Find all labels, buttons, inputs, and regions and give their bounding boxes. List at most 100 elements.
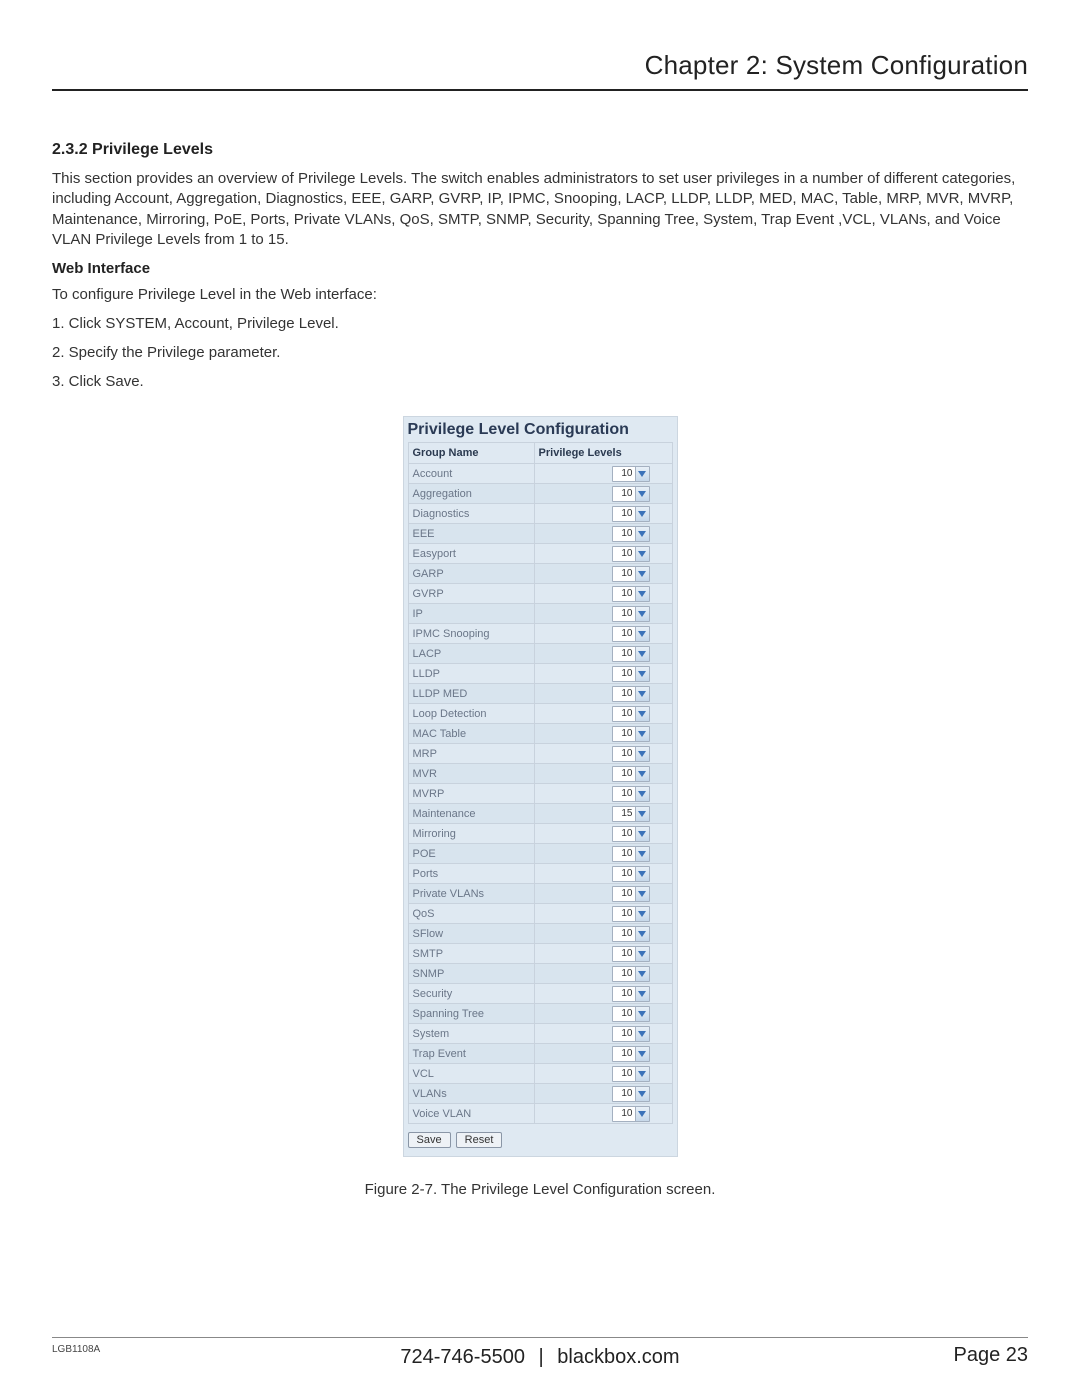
- chevron-down-icon: [635, 1107, 649, 1121]
- privilege-level-value: 10: [619, 868, 635, 879]
- privilege-level-select[interactable]: 10: [612, 1006, 650, 1022]
- table-row: IP10: [408, 604, 672, 624]
- privilege-level-value: 10: [619, 668, 635, 679]
- table-row: Trap Event10: [408, 1044, 672, 1064]
- save-button[interactable]: Save: [408, 1132, 451, 1148]
- reset-button[interactable]: Reset: [456, 1132, 503, 1148]
- chevron-down-icon: [635, 807, 649, 821]
- privilege-level-select[interactable]: 10: [612, 1066, 650, 1082]
- privilege-level-value: 10: [619, 548, 635, 559]
- group-name-cell: SNMP: [408, 964, 534, 984]
- chevron-down-icon: [635, 647, 649, 661]
- group-name-cell: Maintenance: [408, 804, 534, 824]
- chevron-down-icon: [635, 967, 649, 981]
- chevron-down-icon: [635, 1007, 649, 1021]
- privilege-level-select[interactable]: 10: [612, 926, 650, 942]
- table-row: Voice VLAN10: [408, 1104, 672, 1124]
- privilege-level-value: 15: [619, 808, 635, 819]
- group-name-cell: Easyport: [408, 544, 534, 564]
- table-row: Security10: [408, 984, 672, 1004]
- chevron-down-icon: [635, 1027, 649, 1041]
- privilege-level-value: 10: [619, 608, 635, 619]
- privilege-level-value: 10: [619, 768, 635, 779]
- privilege-level-cell: 10: [534, 884, 672, 904]
- privilege-level-value: 10: [619, 828, 635, 839]
- chevron-down-icon: [635, 587, 649, 601]
- overview-paragraph: This section provides an overview of Pri…: [52, 169, 1028, 250]
- privilege-level-select[interactable]: 10: [612, 946, 650, 962]
- group-name-cell: LACP: [408, 644, 534, 664]
- privilege-level-select[interactable]: 10: [612, 866, 650, 882]
- privilege-level-select[interactable]: 10: [612, 606, 650, 622]
- step-3: 3. Click Save.: [52, 373, 1028, 390]
- privilege-level-cell: 15: [534, 804, 672, 824]
- privilege-level-value: 10: [619, 568, 635, 579]
- web-interface-heading: Web Interface: [52, 260, 1028, 277]
- privilege-level-select[interactable]: 10: [612, 906, 650, 922]
- group-name-cell: SMTP: [408, 944, 534, 964]
- table-row: GVRP 10: [408, 584, 672, 604]
- privilege-level-value: 10: [619, 748, 635, 759]
- group-name-cell: LLDP MED: [408, 684, 534, 704]
- chevron-down-icon: [635, 767, 649, 781]
- privilege-level-select[interactable]: 15: [612, 806, 650, 822]
- privilege-level-select[interactable]: 10: [612, 986, 650, 1002]
- privilege-level-select[interactable]: 10: [612, 886, 650, 902]
- privilege-level-cell: 10: [534, 644, 672, 664]
- privilege-level-select[interactable]: 10: [612, 526, 650, 542]
- chevron-down-icon: [635, 607, 649, 621]
- privilege-level-select[interactable]: 10: [612, 846, 650, 862]
- table-row: Easyport 10: [408, 544, 672, 564]
- privilege-level-select[interactable]: 10: [612, 706, 650, 722]
- privilege-level-value: 10: [619, 848, 635, 859]
- privilege-level-cell: 10: [534, 584, 672, 604]
- privilege-level-select[interactable]: 10: [612, 1046, 650, 1062]
- privilege-level-select[interactable]: 10: [612, 1106, 650, 1122]
- privilege-level-select[interactable]: 10: [612, 666, 650, 682]
- privilege-level-cell: 10: [534, 964, 672, 984]
- privilege-level-value: 10: [619, 988, 635, 999]
- chevron-down-icon: [635, 687, 649, 701]
- table-row: Aggregation10: [408, 484, 672, 504]
- privilege-level-select[interactable]: 10: [612, 466, 650, 482]
- step-2: 2. Specify the Privilege parameter.: [52, 344, 1028, 361]
- table-row: LLDP10: [408, 664, 672, 684]
- privilege-level-select[interactable]: 10: [612, 966, 650, 982]
- chevron-down-icon: [635, 867, 649, 881]
- table-row: Spanning Tree10: [408, 1004, 672, 1024]
- group-name-cell: MVR: [408, 764, 534, 784]
- group-name-cell: VLANs: [408, 1084, 534, 1104]
- chevron-down-icon: [635, 487, 649, 501]
- group-name-cell: GVRP: [408, 584, 534, 604]
- privilege-level-select[interactable]: 10: [612, 786, 650, 802]
- privilege-level-value: 10: [619, 968, 635, 979]
- privilege-level-select[interactable]: 10: [612, 506, 650, 522]
- privilege-level-select[interactable]: 10: [612, 1026, 650, 1042]
- privilege-level-cell: 10: [534, 544, 672, 564]
- chevron-down-icon: [635, 547, 649, 561]
- chevron-down-icon: [635, 1067, 649, 1081]
- privilege-level-select[interactable]: 10: [612, 546, 650, 562]
- table-row: Maintenance 15: [408, 804, 672, 824]
- privilege-level-value: 10: [619, 1028, 635, 1039]
- group-name-cell: System: [408, 1024, 534, 1044]
- privilege-level-cell: 10: [534, 844, 672, 864]
- privilege-level-select[interactable]: 10: [612, 646, 650, 662]
- privilege-level-select[interactable]: 10: [612, 586, 650, 602]
- privilege-level-select[interactable]: 10: [612, 1086, 650, 1102]
- privilege-level-select[interactable]: 10: [612, 626, 650, 642]
- chevron-down-icon: [635, 1087, 649, 1101]
- privilege-table: Group Name Privilege Levels Account10Agg…: [408, 442, 673, 1124]
- privilege-level-select[interactable]: 10: [612, 746, 650, 762]
- group-name-cell: SFlow: [408, 924, 534, 944]
- privilege-level-select[interactable]: 10: [612, 486, 650, 502]
- footer-site: blackbox.com: [557, 1346, 679, 1368]
- privilege-level-value: 10: [619, 628, 635, 639]
- group-name-cell: Mirroring: [408, 824, 534, 844]
- privilege-level-select[interactable]: 10: [612, 766, 650, 782]
- privilege-level-cell: 10: [534, 824, 672, 844]
- privilege-level-select[interactable]: 10: [612, 826, 650, 842]
- privilege-level-select[interactable]: 10: [612, 686, 650, 702]
- privilege-level-select[interactable]: 10: [612, 726, 650, 742]
- privilege-level-select[interactable]: 10: [612, 566, 650, 582]
